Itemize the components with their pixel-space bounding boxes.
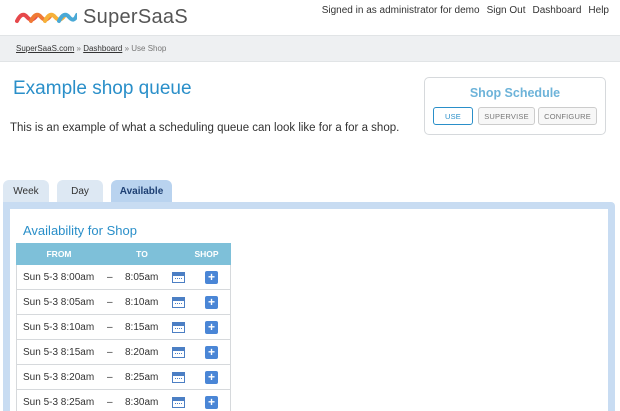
- calendar-icon[interactable]: [172, 322, 185, 333]
- page-title: Example shop queue: [13, 78, 192, 99]
- calendar-icon[interactable]: [172, 397, 185, 408]
- slot-from: Sun 5-3 8:25am: [23, 396, 95, 408]
- logo-waves-icon: [15, 12, 77, 23]
- dashboard-link[interactable]: Dashboard: [533, 5, 582, 16]
- add-booking-icon[interactable]: +: [205, 396, 218, 409]
- add-booking-icon[interactable]: +: [205, 271, 218, 284]
- logo-text: SuperSaaS: [83, 5, 188, 28]
- slot-to: 8:25am: [125, 371, 159, 383]
- availability-table: FROM TO SHOP Sun 5-3 8:00am – 8:05am + S…: [16, 243, 231, 411]
- slot-from: Sun 5-3 8:20am: [23, 371, 95, 383]
- table-row: Sun 5-3 8:00am – 8:05am +: [16, 265, 231, 290]
- configure-button[interactable]: CONFIGURE: [538, 107, 597, 125]
- breadcrumb-current: Use Shop: [131, 44, 167, 53]
- calendar-icon[interactable]: [172, 297, 185, 308]
- use-button[interactable]: USE: [433, 107, 473, 125]
- calendar-icon[interactable]: [172, 372, 185, 383]
- slot-dash: –: [107, 321, 113, 333]
- column-header-from: FROM: [46, 249, 72, 259]
- calendar-icon[interactable]: [172, 347, 185, 358]
- supervise-button[interactable]: SUPERVISE: [478, 107, 535, 125]
- breadcrumb-separator: »: [76, 44, 81, 53]
- breadcrumb: SuperSaaS.com » Dashboard » Use Shop: [16, 44, 166, 53]
- sign-out-link[interactable]: Sign Out: [487, 5, 526, 16]
- tab-available[interactable]: Available: [111, 180, 172, 202]
- breadcrumb-bar: SuperSaaS.com » Dashboard » Use Shop: [0, 35, 620, 62]
- top-nav: Signed in as administrator for demo Sign…: [322, 5, 609, 16]
- breadcrumb-supersaas[interactable]: SuperSaaS.com: [16, 44, 74, 53]
- slot-from: Sun 5-3 8:05am: [23, 296, 95, 308]
- breadcrumb-dashboard[interactable]: Dashboard: [83, 44, 122, 53]
- slot-dash: –: [107, 346, 113, 358]
- add-booking-icon[interactable]: +: [205, 321, 218, 334]
- slot-to: 8:05am: [125, 271, 159, 283]
- column-header-to: TO: [136, 249, 148, 259]
- table-row: Sun 5-3 8:25am – 8:30am +: [16, 390, 231, 411]
- schedule-title: Shop Schedule: [469, 86, 561, 100]
- add-booking-icon[interactable]: +: [205, 371, 218, 384]
- table-header: FROM TO SHOP: [16, 243, 231, 265]
- slot-to: 8:20am: [125, 346, 159, 358]
- table-row: Sun 5-3 8:15am – 8:20am +: [16, 340, 231, 365]
- tab-week[interactable]: Week: [3, 180, 49, 202]
- slot-dash: –: [107, 396, 113, 408]
- slot-from: Sun 5-3 8:15am: [23, 346, 95, 358]
- table-row: Sun 5-3 8:10am – 8:15am +: [16, 315, 231, 340]
- page-intro: This is an example of what a scheduling …: [10, 122, 400, 134]
- slot-to: 8:10am: [125, 296, 159, 308]
- breadcrumb-separator: »: [124, 44, 130, 53]
- slot-dash: –: [107, 271, 113, 283]
- add-booking-icon[interactable]: +: [205, 346, 218, 359]
- slot-to: 8:30am: [125, 396, 159, 408]
- slot-dash: –: [107, 296, 113, 308]
- add-booking-icon[interactable]: +: [205, 296, 218, 309]
- slot-from: Sun 5-3 8:10am: [23, 321, 95, 333]
- top-bar: SuperSaaS Signed in as administrator for…: [0, 0, 620, 35]
- slot-from: Sun 5-3 8:00am: [23, 271, 95, 283]
- calendar-icon[interactable]: [172, 272, 185, 283]
- supersaas-logo[interactable]: SuperSaaS: [15, 5, 188, 29]
- availability-title: Availability for Shop: [23, 223, 137, 238]
- availability-panel-content: Availability for Shop FROM TO SHOP Sun 5…: [10, 209, 608, 411]
- slot-to: 8:15am: [125, 321, 159, 333]
- table-row: Sun 5-3 8:20am – 8:25am +: [16, 365, 231, 390]
- help-link[interactable]: Help: [588, 5, 609, 16]
- slot-dash: –: [107, 371, 113, 383]
- schedule-box: Shop Schedule USE SUPERVISE CONFIGURE: [424, 77, 606, 135]
- tab-day[interactable]: Day: [57, 180, 103, 202]
- signed-in-status: Signed in as administrator for demo: [321, 5, 480, 16]
- table-row: Sun 5-3 8:05am – 8:10am +: [16, 290, 231, 315]
- column-header-shop: SHOP: [194, 249, 219, 259]
- availability-panel: Availability for Shop FROM TO SHOP Sun 5…: [3, 202, 615, 411]
